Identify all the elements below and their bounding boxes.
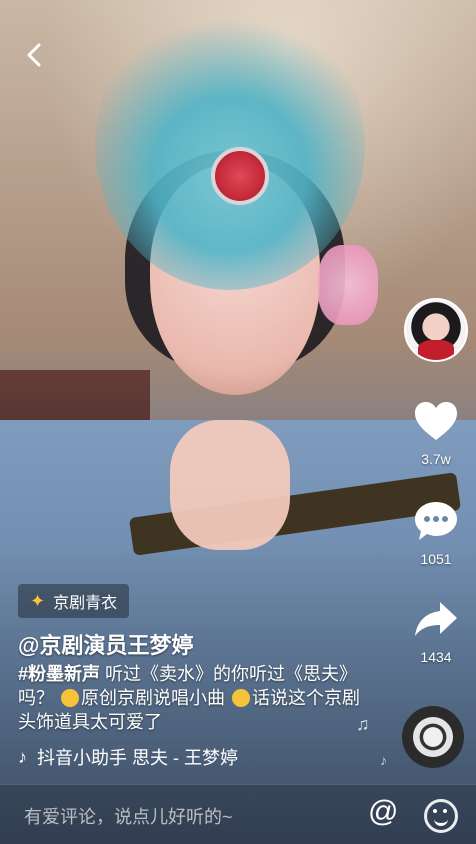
topic-tag[interactable]: ✦ 京剧青衣	[18, 584, 130, 618]
caption-hashtag[interactable]: #粉墨新声	[18, 664, 100, 684]
comment-bar: 有爱评论，说点儿好听的~ @	[0, 784, 476, 844]
music-note-icon: ♪	[380, 752, 387, 768]
tiktok-note-icon: ♪	[18, 746, 27, 767]
like-button[interactable]: 3.7w	[408, 400, 464, 467]
share-count: 1434	[420, 649, 452, 665]
headdress-jewel	[211, 147, 269, 205]
at-mention-button[interactable]: @	[368, 795, 398, 829]
topic-tag-label: 京剧青衣	[53, 595, 118, 612]
comment-count: 1051	[420, 551, 452, 567]
comment-bubble-icon	[415, 502, 457, 540]
performer-hand	[170, 420, 290, 550]
video-caption: #粉墨新声 听过《卖水》的你听过《思夫》吗？ 原创京剧说唱小曲 话说这个京剧头饰…	[18, 662, 368, 734]
like-count: 3.7w	[421, 451, 451, 467]
share-arrow-icon	[415, 602, 457, 636]
author-avatar[interactable]	[404, 298, 468, 362]
grin-emoji-icon	[232, 689, 251, 707]
video-screen[interactable]: 3.7w 1051 1434 ♫ ♪ ✦ 京剧青衣 @京剧演员王梦婷 #粉墨新声…	[0, 0, 476, 844]
sparkle-icon: ✦	[30, 590, 46, 611]
music-disc[interactable]	[402, 706, 464, 768]
caption-text-2: 原创京剧说唱小曲	[81, 688, 226, 708]
headdress-flower	[318, 245, 378, 325]
share-button[interactable]: 1434	[408, 598, 464, 665]
smile-icon[interactable]	[424, 799, 458, 833]
author-handle[interactable]: @京剧演员王梦婷	[18, 628, 193, 660]
heart-icon	[415, 402, 457, 440]
chevron-left-icon[interactable]	[20, 40, 50, 70]
opera-headdress	[95, 0, 365, 290]
comment-input[interactable]: 有爱评论，说点儿好听的~	[24, 803, 233, 829]
avatar-dress	[418, 340, 454, 360]
music-label: 抖音小助手 思夫 - 王梦婷	[37, 748, 238, 768]
music-info[interactable]: ♪ 抖音小助手 思夫 - 王梦婷	[18, 744, 268, 770]
comment-button[interactable]: 1051	[408, 500, 464, 567]
laughing-emoji-icon	[61, 689, 80, 707]
